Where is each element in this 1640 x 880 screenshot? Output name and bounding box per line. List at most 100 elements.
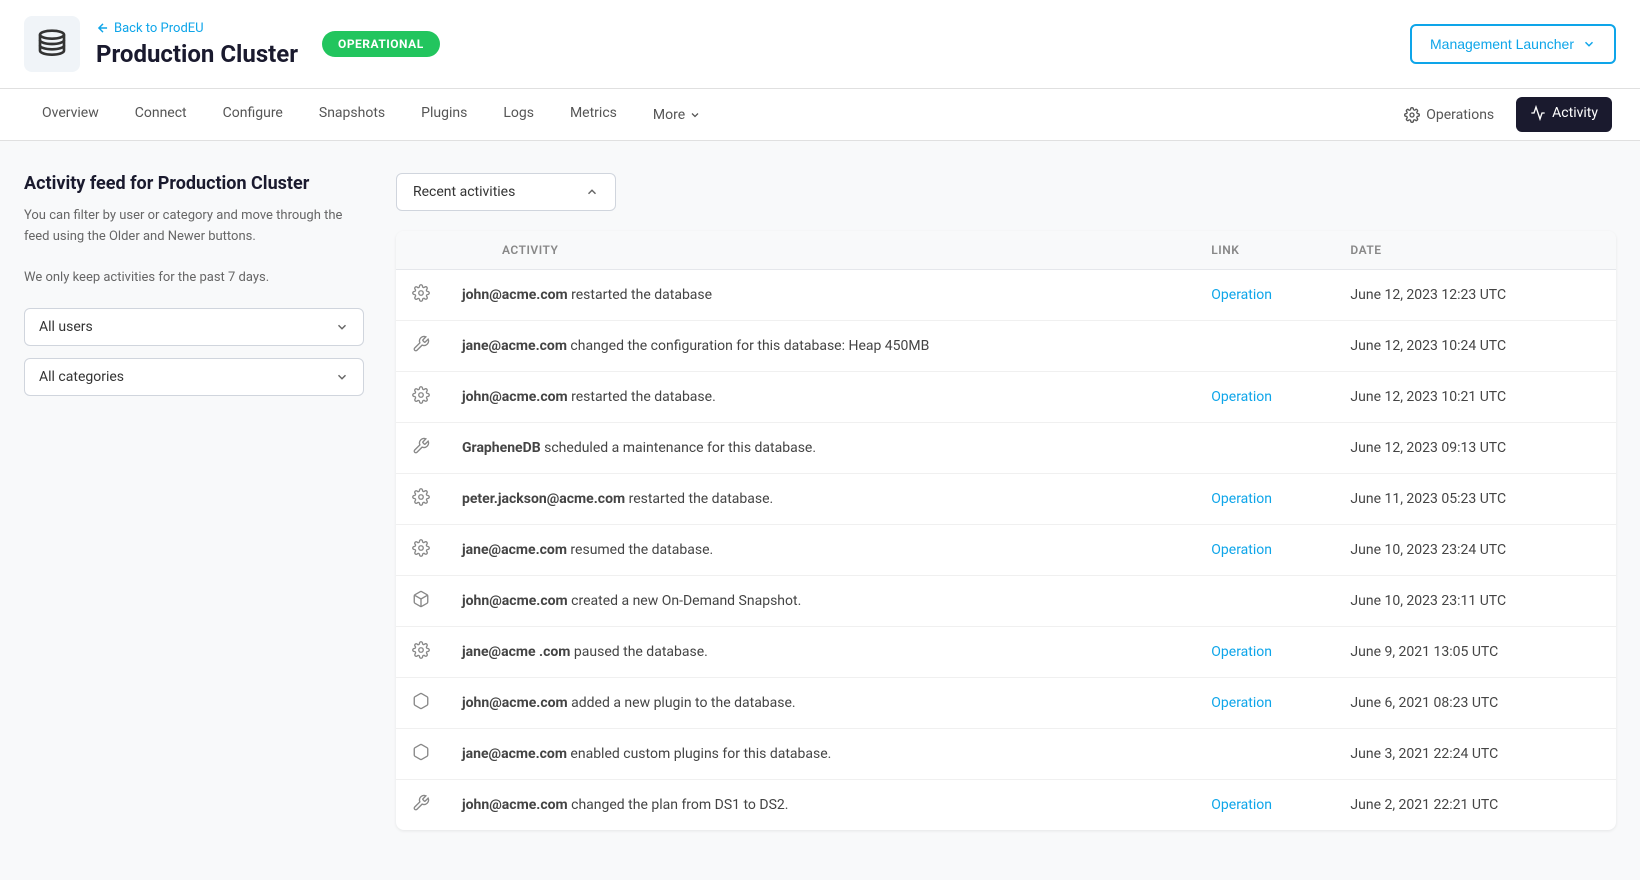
cluster-title: Production Cluster (96, 40, 298, 68)
table-row: peter.jackson@acme.com restarted the dat… (396, 474, 1616, 525)
plugin-icon (412, 692, 430, 710)
table-row: jane@acme .com paused the database. Opera… (396, 627, 1616, 678)
activity-link[interactable]: Operation (1195, 270, 1334, 321)
chevron-down-icon (335, 320, 349, 334)
activity-date: June 12, 2023 10:21 UTC (1334, 372, 1616, 423)
table-row: jane@acme.com resumed the database. Opera… (396, 525, 1616, 576)
arrow-left-icon (96, 21, 110, 35)
page-header: Back to ProdEU Production Cluster OPERAT… (0, 0, 1640, 89)
table-row: jane@acme.com enabled custom plugins for… (396, 729, 1616, 780)
activity-text: john@acme.com restarted the database (446, 270, 1195, 321)
activity-link (1195, 576, 1334, 627)
operation-link[interactable]: Operation (1211, 644, 1272, 660)
cluster-logo (24, 16, 80, 72)
activity-text: jane@acme .com paused the database. (446, 627, 1195, 678)
sidebar: Activity feed for Production Cluster You… (24, 173, 364, 847)
activity-icon-cell (396, 423, 446, 474)
gear-icon (412, 539, 430, 557)
main-content: Activity feed for Production Cluster You… (0, 141, 1640, 879)
table-row: john@acme.com changed the plan from DS1 … (396, 780, 1616, 831)
table-row: GrapheneDB scheduled a maintenance for t… (396, 423, 1616, 474)
th-activity: ACTIVITY (446, 231, 1195, 270)
gear-icon (412, 386, 430, 404)
wrench-icon (412, 335, 430, 353)
table-row: jane@acme.com changed the configuration … (396, 321, 1616, 372)
activity-link[interactable]: Operation (1195, 525, 1334, 576)
nav-activity[interactable]: Activity (1516, 97, 1612, 132)
management-launcher-button[interactable]: Management Launcher (1410, 24, 1616, 64)
database-icon (36, 28, 68, 60)
operation-link[interactable]: Operation (1211, 287, 1272, 303)
nav-overview[interactable]: Overview (24, 89, 117, 140)
chevron-down-icon (1582, 37, 1596, 51)
activity-date: June 12, 2023 10:24 UTC (1334, 321, 1616, 372)
activity-text: jane@acme.com enabled custom plugins for… (446, 729, 1195, 780)
activity-date: June 10, 2023 23:11 UTC (1334, 576, 1616, 627)
activity-icon-cell (396, 525, 446, 576)
nav-logs[interactable]: Logs (485, 89, 552, 140)
activity-feed: Recent activities ACTIVITY LINK DATE joh… (396, 173, 1616, 847)
plugin-icon (412, 743, 430, 761)
activity-icon-cell (396, 321, 446, 372)
table-row: john@acme.com added a new plugin to the … (396, 678, 1616, 729)
activity-text: jane@acme.com resumed the database. (446, 525, 1195, 576)
header-title-group: Back to ProdEU Production Cluster (96, 21, 298, 68)
user-filter-dropdown[interactable]: All users (24, 308, 364, 346)
activity-link[interactable]: Operation (1195, 474, 1334, 525)
activity-icon-cell (396, 780, 446, 831)
main-nav: Overview Connect Configure Snapshots Plu… (0, 89, 1640, 141)
activity-link (1195, 321, 1334, 372)
th-icon (396, 231, 446, 270)
nav-connect[interactable]: Connect (117, 89, 205, 140)
activity-link[interactable]: Operation (1195, 627, 1334, 678)
activity-date: June 12, 2023 12:23 UTC (1334, 270, 1616, 321)
gear-icon (1404, 107, 1420, 123)
activity-text: john@acme.com created a new On-Demand Sn… (446, 576, 1195, 627)
nav-operations[interactable]: Operations (1386, 91, 1512, 139)
category-filter-dropdown[interactable]: All categories (24, 358, 364, 396)
activity-text: peter.jackson@acme.com restarted the dat… (446, 474, 1195, 525)
table-row: john@acme.com restarted the database. Ope… (396, 372, 1616, 423)
operation-link[interactable]: Operation (1211, 695, 1272, 711)
nav-configure[interactable]: Configure (205, 89, 301, 140)
chevron-down-icon (335, 370, 349, 384)
gear-icon (412, 284, 430, 302)
operation-link[interactable]: Operation (1211, 389, 1272, 405)
back-link[interactable]: Back to ProdEU (96, 21, 298, 36)
activity-link[interactable]: Operation (1195, 678, 1334, 729)
th-date: DATE (1334, 231, 1616, 270)
nav-metrics[interactable]: Metrics (552, 89, 635, 140)
table-row: john@acme.com created a new On-Demand Sn… (396, 576, 1616, 627)
snapshot-icon (412, 590, 430, 608)
chevron-up-icon (585, 185, 599, 199)
activity-date: June 10, 2023 23:24 UTC (1334, 525, 1616, 576)
sidebar-desc1: You can filter by user or category and m… (24, 206, 364, 248)
activity-icon-cell (396, 372, 446, 423)
sidebar-title: Activity feed for Production Cluster (24, 173, 364, 194)
activity-link[interactable]: Operation (1195, 372, 1334, 423)
activity-icon-cell (396, 627, 446, 678)
nav-more[interactable]: More (635, 91, 719, 139)
activity-text: GrapheneDB scheduled a maintenance for t… (446, 423, 1195, 474)
activity-date: June 2, 2021 22:21 UTC (1334, 780, 1616, 831)
activity-icon-cell (396, 474, 446, 525)
operation-link[interactable]: Operation (1211, 491, 1272, 507)
nav-plugins[interactable]: Plugins (403, 89, 485, 140)
th-link: LINK (1195, 231, 1334, 270)
table-row: john@acme.com restarted the database Oper… (396, 270, 1616, 321)
operation-link[interactable]: Operation (1211, 797, 1272, 813)
activity-text: john@acme.com changed the plan from DS1 … (446, 780, 1195, 831)
activity-text: jane@acme.com changed the configuration … (446, 321, 1195, 372)
activity-text: john@acme.com added a new plugin to the … (446, 678, 1195, 729)
nav-snapshots[interactable]: Snapshots (301, 89, 403, 140)
feed-time-dropdown[interactable]: Recent activities (396, 173, 616, 211)
activity-icon-cell (396, 270, 446, 321)
activity-icon (1530, 105, 1546, 121)
activity-table: ACTIVITY LINK DATE john@acme.com restart… (396, 231, 1616, 830)
activity-text: john@acme.com restarted the database. (446, 372, 1195, 423)
activity-date: June 11, 2023 05:23 UTC (1334, 474, 1616, 525)
operation-link[interactable]: Operation (1211, 542, 1272, 558)
activity-link[interactable]: Operation (1195, 780, 1334, 831)
chevron-down-icon (689, 109, 701, 121)
activity-link (1195, 729, 1334, 780)
